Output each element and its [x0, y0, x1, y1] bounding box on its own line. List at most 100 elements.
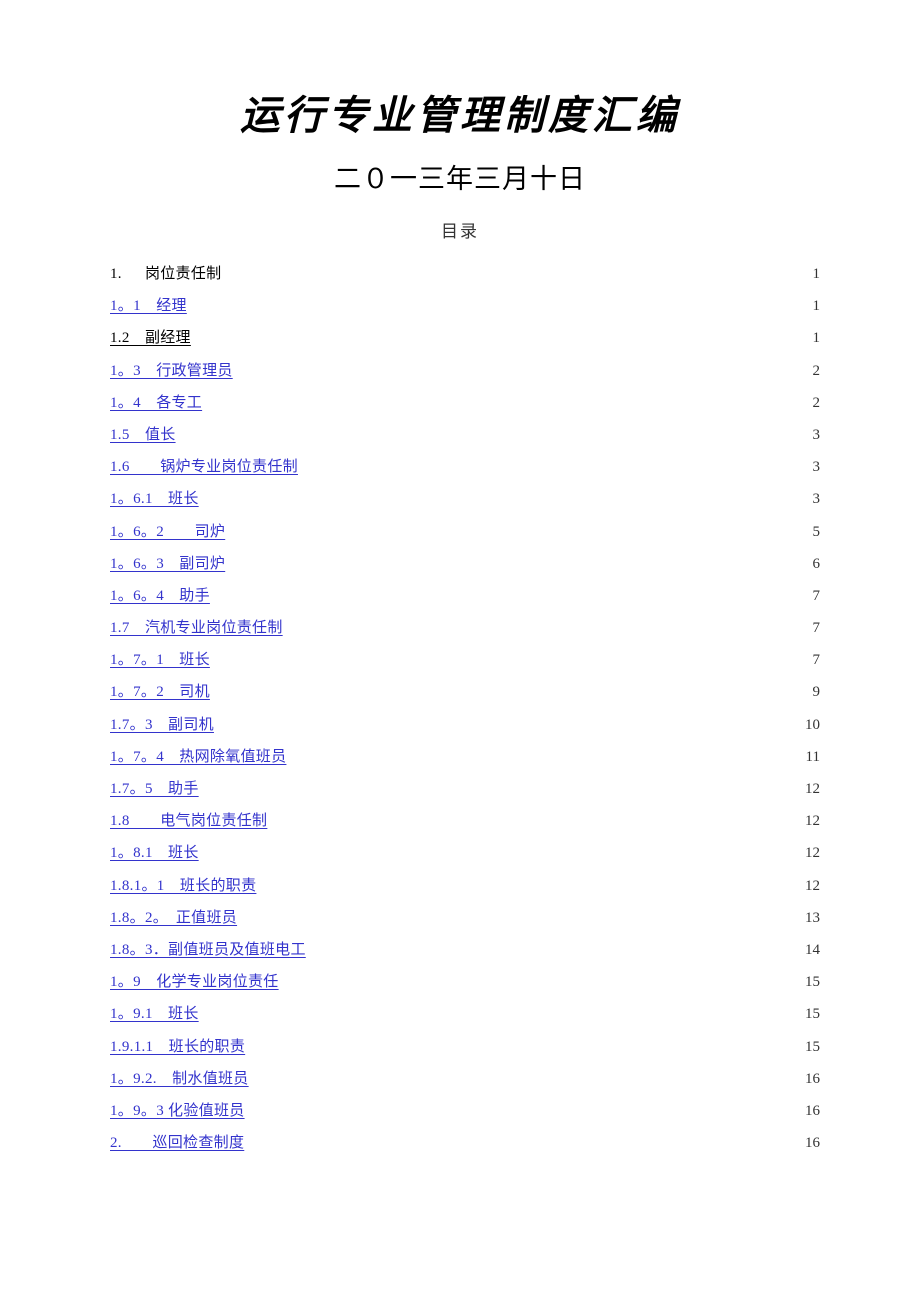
toc-entry-label[interactable]: 1.9.1.1 班长的职责: [110, 1031, 245, 1063]
toc-dot-leader: [286, 617, 808, 632]
toc-entry[interactable]: 1.8。2。 正值班员 13: [110, 902, 820, 934]
toc-dot-leader: [205, 392, 808, 407]
toc-entry[interactable]: 1。7。1 班长 7: [110, 644, 820, 676]
toc-entry-label[interactable]: 1.8.1。1 班长的职责: [110, 870, 256, 902]
toc-entry-page-number: 15: [805, 974, 820, 991]
toc-entry[interactable]: 1.8 电气岗位责任制 12: [110, 805, 820, 837]
toc-dot-leader: [228, 553, 808, 568]
document-title: 运行专业管理制度汇编: [240, 92, 680, 139]
toc-entry-label[interactable]: 1。6。3 副司炉: [110, 548, 225, 580]
toc-entry-label[interactable]: 1。6。2 司炉: [110, 516, 225, 548]
toc-entry-label[interactable]: 1。9.1 班长: [110, 998, 199, 1030]
toc-dot-leader: [270, 810, 803, 825]
toc-entry-page-number: 13: [805, 909, 820, 926]
toc-entry-page-number: 3: [812, 491, 821, 508]
toc-entry-page-number: 6: [812, 555, 821, 572]
toc-entry-label[interactable]: 1.2 副经理: [110, 322, 191, 354]
toc-entry-page-number: 3: [812, 426, 821, 443]
toc-entry[interactable]: 1.7。5 助手 12: [110, 773, 820, 805]
toc-entry-page-number: 1: [812, 266, 821, 282]
toc-entry[interactable]: 1。6。2 司炉 5: [110, 516, 820, 548]
toc-entry-label[interactable]: 1。3 行政管理员: [110, 355, 233, 387]
toc-entry-label[interactable]: 2. 巡回检查制度: [110, 1127, 244, 1159]
toc-entry-label[interactable]: 1。9。3 化验值班员: [110, 1095, 245, 1127]
toc-dot-leader: [194, 327, 808, 342]
toc-entry[interactable]: 1. 岗位责任制 1: [110, 258, 820, 290]
toc-entry-page-number: 12: [805, 845, 820, 862]
toc-entry[interactable]: 1。4 各专工 2: [110, 387, 820, 419]
toc-entry-label[interactable]: 1。6.1 班长: [110, 483, 199, 515]
toc-entry-page-number: 12: [805, 813, 820, 830]
toc-entry[interactable]: 1.6 锅炉专业岗位责任制 3: [110, 451, 820, 483]
toc-entry[interactable]: 1。6。4 助手 7: [110, 580, 820, 612]
toc-entry-label[interactable]: 1.8 电气岗位责任制: [110, 805, 267, 837]
table-of-contents: 1. 岗位责任制11。1 经理11.2 副经理11。3 行政管理员21。4 各专…: [110, 258, 820, 1159]
toc-entry-page-number: 5: [812, 523, 821, 540]
toc-entry-label[interactable]: 1.6 锅炉专业岗位责任制: [110, 451, 298, 483]
toc-entry-page-number: 16: [805, 1135, 820, 1152]
toc-entry-label[interactable]: 1。9 化学专业岗位责任: [110, 966, 279, 998]
toc-dot-leader: [236, 360, 808, 375]
toc-entry[interactable]: 1.5 值长 3: [110, 419, 820, 451]
toc-entry-label[interactable]: 1。7。1 班长: [110, 644, 210, 676]
toc-entry-page-number: 7: [812, 652, 821, 669]
toc-entry-label[interactable]: 1。8.1 班长: [110, 837, 199, 869]
toc-entry-label[interactable]: 1。7。2 司机: [110, 676, 210, 708]
toc-entry[interactable]: 1.8.1。1 班长的职责 12: [110, 870, 820, 902]
toc-entry-page-number: 14: [805, 941, 820, 958]
toc-entry-label[interactable]: 1。4 各专工: [110, 387, 202, 419]
toc-entry-label[interactable]: 1.7。3 副司机: [110, 709, 214, 741]
toc-dot-leader: [248, 1036, 803, 1051]
toc-entry-label[interactable]: 1.7。5 助手: [110, 773, 199, 805]
toc-entry[interactable]: 1。7。2 司机 9: [110, 676, 820, 708]
toc-entry-page-number: 3: [812, 459, 821, 476]
toc-dot-leader: [213, 585, 808, 600]
toc-dot-leader: [190, 295, 808, 310]
toc-entry[interactable]: 1。9.2. 制水值班员 16: [110, 1063, 820, 1095]
toc-entry-label[interactable]: 1.5 值长: [110, 419, 176, 451]
toc-entry-page-number: 15: [805, 1006, 820, 1023]
toc-entry[interactable]: 2. 巡回检查制度 16: [110, 1127, 820, 1159]
toc-entry[interactable]: 1。7。4 热网除氧值班员 11: [110, 741, 820, 773]
toc-entry-label[interactable]: 1。6。4 助手: [110, 580, 210, 612]
toc-dot-leader: [289, 746, 803, 761]
toc-entry[interactable]: 1.2 副经理 1: [110, 322, 820, 354]
toc-entry-label[interactable]: 1.8。2。 正值班员: [110, 902, 237, 934]
toc-entry-page-number: 16: [805, 1102, 820, 1119]
toc-entry-label[interactable]: 1。1 经理: [110, 290, 187, 322]
toc-entry-label[interactable]: 1.7 汽机专业岗位责任制: [110, 612, 283, 644]
toc-entry-page-number: 7: [812, 587, 821, 604]
toc-dot-leader: [202, 1003, 803, 1018]
toc-entry[interactable]: 1.9.1.1 班长的职责 15: [110, 1031, 820, 1063]
toc-entry[interactable]: 1。6.1 班长 3: [110, 483, 820, 515]
document-page: 运行专业管理制度汇编 二０一三年三月十日 目录 1. 岗位责任制11。1 经理1…: [0, 0, 920, 1302]
toc-entry-page-number: 16: [805, 1070, 820, 1087]
toc-dot-leader: [247, 1132, 803, 1147]
toc-entry-page-number: 1: [812, 298, 821, 315]
toc-entry[interactable]: 1。1 经理 1: [110, 290, 820, 322]
toc-entry-label[interactable]: 1. 岗位责任制: [110, 258, 221, 290]
toc-entry-page-number: 12: [805, 781, 820, 797]
toc-entry-label[interactable]: 1.8。3．副值班员及值班电工: [110, 934, 306, 966]
toc-entry-page-number: 1: [812, 330, 821, 347]
toc-dot-leader: [224, 263, 808, 278]
toc-entry-page-number: 11: [805, 748, 820, 765]
toc-entry-page-number: 2: [812, 394, 821, 411]
toc-dot-leader: [202, 842, 803, 857]
toc-entry[interactable]: 1。9 化学专业岗位责任 15: [110, 966, 820, 998]
toc-dot-leader: [252, 1068, 803, 1083]
toc-entry[interactable]: 1。3 行政管理员 2: [110, 355, 820, 387]
toc-entry-page-number: 9: [812, 684, 821, 701]
toc-entry[interactable]: 1。6。3 副司炉 6: [110, 548, 820, 580]
toc-entry[interactable]: 1.7。3 副司机 10: [110, 709, 820, 741]
toc-entry[interactable]: 1。8.1 班长 12: [110, 837, 820, 869]
toc-entry-page-number: 12: [805, 877, 820, 894]
toc-entry-label[interactable]: 1。7。4 热网除氧值班员: [110, 741, 286, 773]
toc-entry-label[interactable]: 1。9.2. 制水值班员: [110, 1063, 249, 1095]
toc-entry[interactable]: 1。9。3 化验值班员 16: [110, 1095, 820, 1127]
toc-entry[interactable]: 1.8。3．副值班员及值班电工 14: [110, 934, 820, 966]
toc-entry[interactable]: 1。9.1 班长 15: [110, 998, 820, 1030]
toc-entry[interactable]: 1.7 汽机专业岗位责任制 7: [110, 612, 820, 644]
toc-dot-leader: [228, 521, 808, 536]
toc-dot-leader: [179, 424, 808, 439]
